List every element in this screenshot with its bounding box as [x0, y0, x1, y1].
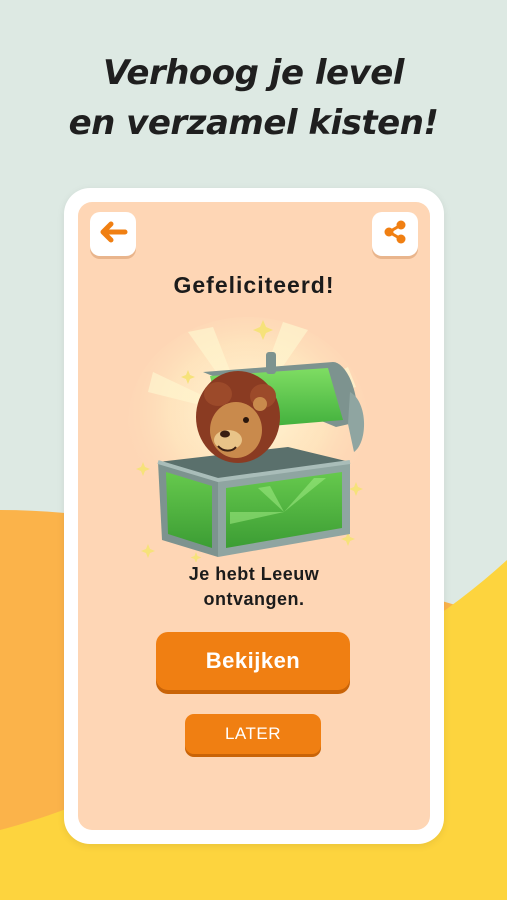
dialog-title: Gefeliciteerd! — [173, 272, 335, 298]
back-button[interactable] — [90, 212, 136, 256]
headline-line-2: en verzamel kisten! — [68, 103, 439, 143]
promo-headline: Verhoog je level en verzamel kisten! — [0, 48, 507, 148]
arrow-left-icon — [98, 220, 128, 248]
reward-message: Je hebt Leeuw ontvangen. — [78, 562, 430, 612]
view-button[interactable]: Bekijken — [156, 632, 350, 690]
reward-dialog: Gefeliciteerd! Je hebt Leeuw ontvangen. … — [78, 202, 430, 830]
message-line-2: ontvangen. — [203, 589, 305, 609]
lion-treasure-chest-icon — [128, 317, 368, 562]
later-button[interactable]: LATER — [185, 714, 321, 754]
phone-frame: Gefeliciteerd! Je hebt Leeuw ontvangen. … — [64, 188, 444, 844]
headline-line-1: Verhoog je level — [103, 53, 404, 93]
share-icon — [381, 218, 409, 250]
message-line-1: Je hebt Leeuw — [188, 564, 320, 584]
share-button[interactable] — [372, 212, 418, 256]
